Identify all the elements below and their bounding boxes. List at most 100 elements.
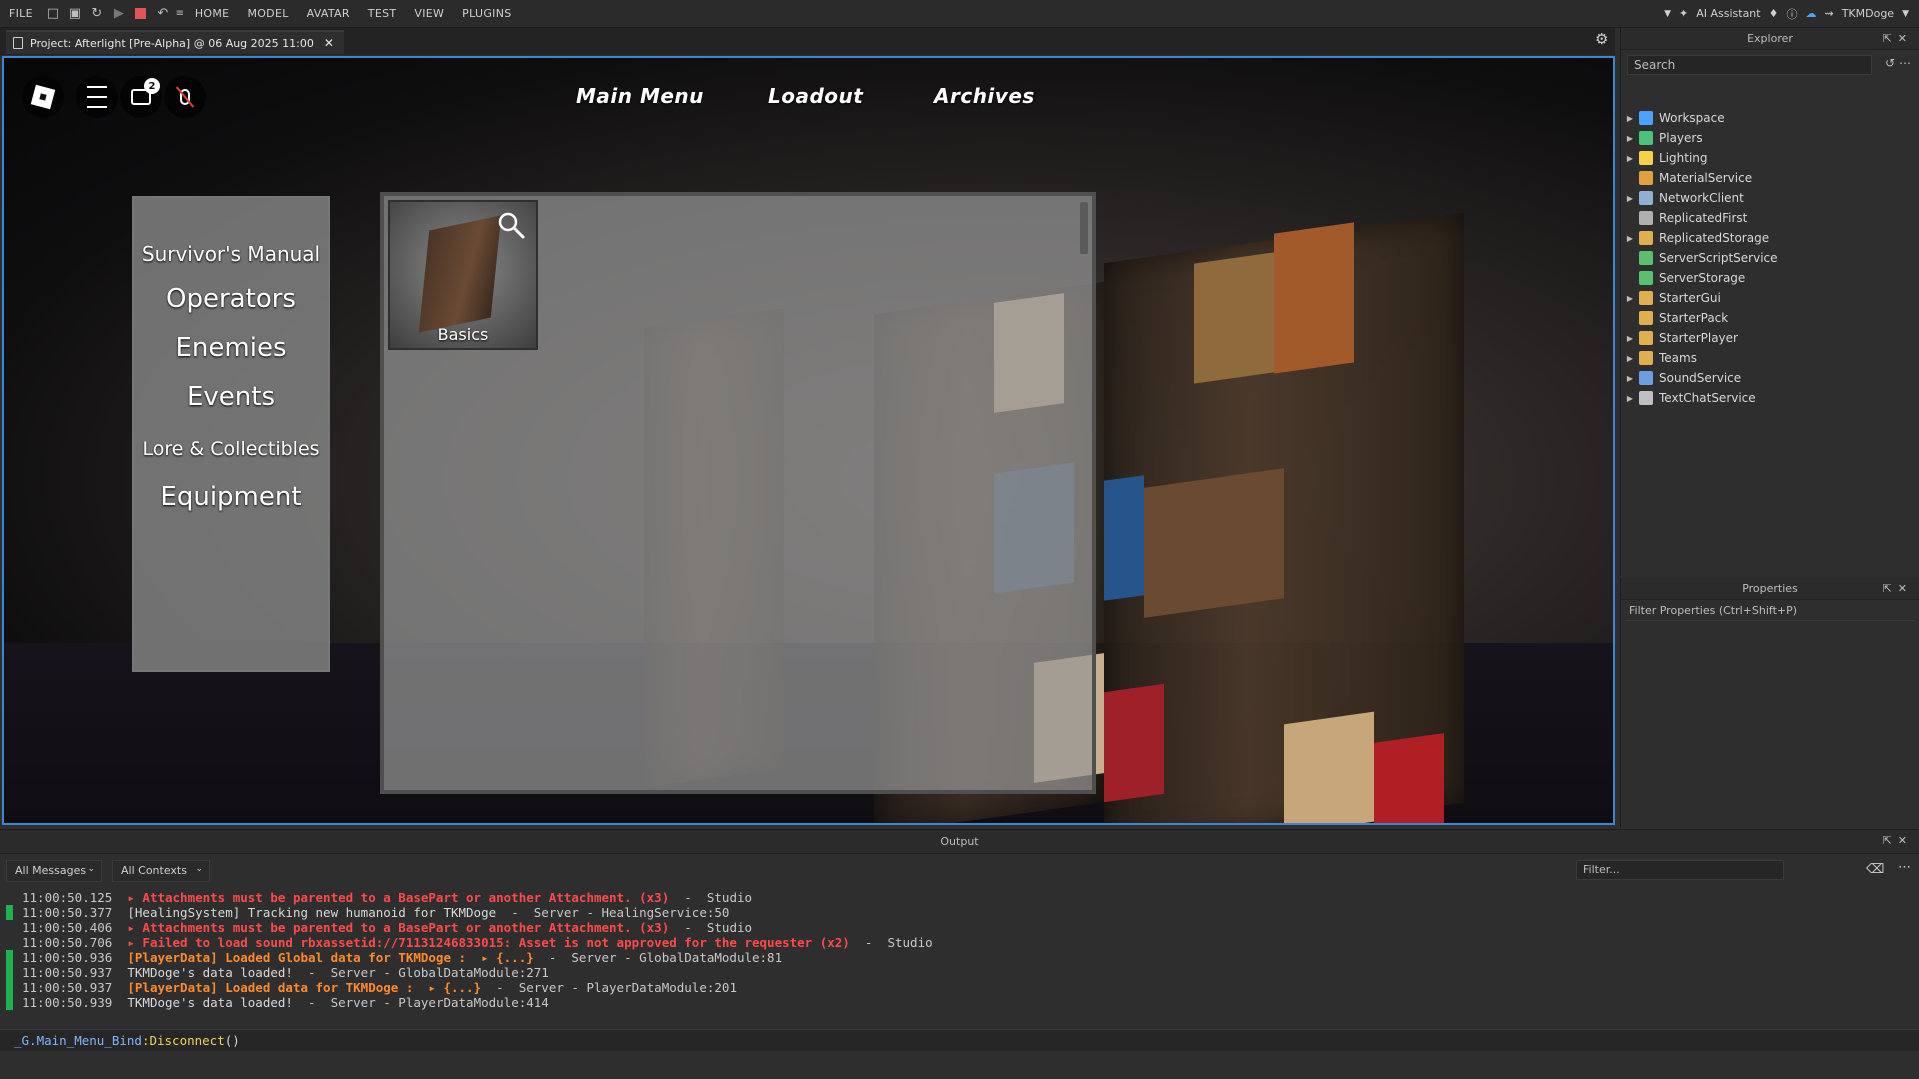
nav-archives[interactable]: Archives [934,84,1035,108]
nav-main-menu[interactable]: Main Menu [576,84,704,108]
explorer-item[interactable]: ServerScriptService [1621,248,1778,268]
command-method: :Disconnect [141,1033,225,1048]
tab-avatar[interactable]: AVATAR [298,7,359,20]
tab-plugins[interactable]: PLUGINS [453,7,520,20]
search-history-icon[interactable]: ↺ ⋯ [1885,56,1911,70]
output-filter-input[interactable]: Filter... [1576,860,1784,880]
book [1374,733,1444,823]
save-icon[interactable]: ▣ [64,3,86,25]
play-icon[interactable]: ▶ [108,3,130,25]
document-icon [13,37,23,49]
explorer-item[interactable]: ▶ Lighting [1621,148,1708,168]
panel-controls[interactable]: ⇱✕ [1883,32,1913,45]
more-options-icon[interactable]: ⋯ [1898,860,1911,875]
chevron-down-icon[interactable]: ▼ [1664,9,1671,19]
ai-assistant-button[interactable]: AI Assistant [1696,7,1760,20]
log-timestamp: 11:00:50.125 [22,890,113,905]
explorer-item[interactable]: ▶ SoundService [1621,368,1741,388]
service-icon [1639,371,1653,385]
share-icon[interactable]: ⇝ [1824,7,1833,20]
tab-view[interactable]: VIEW [405,7,453,20]
log-line[interactable]: 11:00:50.125 ▸ Attachments must be paren… [0,890,1919,905]
manual-item-operators[interactable]: Operators [134,284,328,314]
archive-content-panel[interactable]: Basics [380,192,1096,794]
sparkle-icon: ✦ [1679,7,1689,20]
log-source: - Studio [669,890,753,905]
tab-test[interactable]: TEST [359,7,406,20]
expand-arrow-icon[interactable]: ▶ [1621,294,1639,303]
expand-arrow-icon[interactable]: ▶ [1621,134,1639,143]
explorer-item[interactable]: MaterialService [1621,168,1752,188]
expand-arrow-icon[interactable]: ▶ [1621,334,1639,343]
explorer-item[interactable]: ReplicatedFirst [1621,208,1747,228]
expand-arrow-icon[interactable]: ▶ [1621,374,1639,383]
cloud-icon[interactable]: ☁ [1805,7,1816,20]
manual-item-enemies[interactable]: Enemies [134,333,328,363]
log-line[interactable]: 11:00:50.377 [HealingSystem] Tracking ne… [0,905,1919,920]
tab-home[interactable]: HOME [186,7,239,20]
scrollbar[interactable] [1080,202,1088,254]
manual-item-events[interactable]: Events [134,382,328,412]
toolbar-overflow-icon[interactable]: ≡ [174,3,186,25]
log-timestamp: 11:00:50.406 [22,920,113,935]
microphone-button[interactable] [164,76,206,118]
roblox-logo-button[interactable] [22,76,64,118]
viewport-settings-icon[interactable]: ⚙ [1595,30,1608,48]
explorer-item[interactable]: ▶ Teams [1621,348,1697,368]
log-line[interactable]: 11:00:50.936 [PlayerData] Loaded Global … [0,950,1919,965]
log-line[interactable]: 11:00:50.937 TKMDoge's data loaded! - Se… [0,965,1919,980]
expand-arrow-icon[interactable]: ▶ [1621,234,1639,243]
contexts-dropdown[interactable]: All Contexts ⌄ [112,860,210,882]
explorer-item[interactable]: ServerStorage [1621,268,1745,288]
log-line[interactable]: 11:00:50.406 ▸ Attachments must be paren… [0,920,1919,935]
file-menu[interactable]: FILE [0,7,42,20]
document-tab[interactable]: Project: Afterlight [Pre-Alpha] @ 06 Aug… [6,30,344,54]
stop-icon[interactable] [130,3,152,25]
basics-card[interactable]: Basics [388,200,538,350]
manual-item-equipment[interactable]: Equipment [134,482,328,512]
messages-dropdown[interactable]: All Messages ⌄ [6,860,102,882]
chat-button[interactable]: 2 [120,76,162,118]
explorer-item[interactable]: ▶ Players [1621,128,1703,148]
username[interactable]: TKMDoge [1842,7,1894,20]
expand-arrow-icon[interactable]: ▶ [1621,354,1639,363]
explorer-item[interactable]: ▶ StarterPlayer [1621,328,1738,348]
explorer-item[interactable]: StarterPack [1621,308,1728,328]
explorer-search-input[interactable]: Search [1627,55,1872,75]
panel-controls[interactable]: ⇱✕ [1883,582,1913,595]
manual-item-lore-collectibles[interactable]: Lore & Collectibles [134,438,328,460]
panel-controls[interactable]: ⇱✕ [1883,834,1913,847]
explorer-panel: Explorer ⇱✕ Search ↺ ⋯ ▶ Workspace ▶ Player… [1620,28,1919,576]
explorer-item[interactable]: ▶ Workspace [1621,108,1725,128]
expand-arrow-icon[interactable]: ▶ [1621,154,1639,163]
chevron-down-icon: ⌄ [195,864,203,874]
close-tab-icon[interactable]: ✕ [324,36,334,50]
manual-sidebar: Survivor's Manual Operators Enemies Even… [132,196,330,672]
command-bar[interactable]: _G.Main_Menu_Bind:Disconnect() [0,1029,1919,1051]
bell-icon[interactable]: ♦ [1769,7,1779,20]
filter-properties-input[interactable]: Filter Properties (Ctrl+Shift+P) [1625,603,1915,621]
expand-arrow-icon[interactable]: ▶ [1621,114,1639,123]
explorer-item[interactable]: ▶ NetworkClient [1621,188,1744,208]
redo-arrow-icon[interactable]: ↻ [86,3,108,25]
log-line[interactable]: 11:00:50.706 ▸ Failed to load sound rbxa… [0,935,1919,950]
expand-arrow-icon[interactable]: ▶ [1621,194,1639,203]
nav-loadout[interactable]: Loadout [768,84,863,108]
manual-heading[interactable]: Survivor's Manual [134,242,328,266]
service-icon [1639,351,1653,365]
log-line[interactable]: 11:00:50.937 [PlayerData] Loaded data fo… [0,980,1919,995]
game-viewport[interactable]: 2 Main Menu Loadout Archives Survivor's … [2,56,1615,825]
explorer-item[interactable]: ▶ ReplicatedStorage [1621,228,1769,248]
explorer-item[interactable]: ▶ StarterGui [1621,288,1721,308]
messages-dropdown-label: All Messages [15,864,87,877]
log-line[interactable]: 11:00:50.939 TKMDoge's data loaded! - Se… [0,995,1919,1010]
help-icon[interactable]: ⓘ [1786,6,1797,22]
explorer-item[interactable]: ▶ TextChatService [1621,388,1756,408]
hamburger-menu-button[interactable] [76,76,118,118]
undo-icon[interactable]: ↶ [152,3,174,25]
tab-model[interactable]: MODEL [238,7,297,20]
clear-output-icon[interactable]: ⌫ [1866,862,1884,877]
user-menu-chevron-icon[interactable]: ▼ [1902,9,1909,19]
new-file-icon[interactable]: □ [42,3,64,25]
expand-arrow-icon[interactable]: ▶ [1621,394,1639,403]
